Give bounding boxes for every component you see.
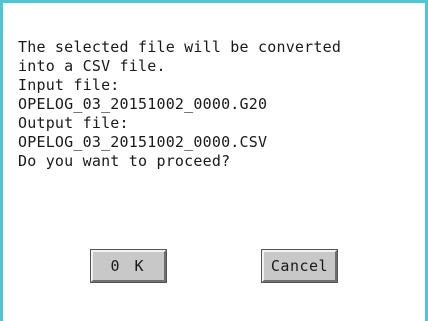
- output-file-label: Output file:: [18, 114, 129, 132]
- output-file-name: OPELOG_03_20151002_0000.CSV: [18, 133, 268, 151]
- dialog-frame-top: [0, 0, 428, 3]
- cancel-button[interactable]: Cancel: [261, 249, 338, 283]
- convert-csv-dialog: The selected file will be converted into…: [0, 0, 428, 321]
- message-line-intro: The selected file will be converted: [18, 38, 342, 56]
- ok-button[interactable]: 0 K: [90, 249, 167, 283]
- dialog-frame-left: [0, 0, 3, 321]
- dialog-message: The selected file will be converted into…: [18, 38, 418, 171]
- confirm-question: Do you want to proceed?: [18, 152, 231, 170]
- input-file-label: Input file:: [18, 76, 120, 94]
- message-line-intro-continued: into a CSV file.: [18, 57, 166, 75]
- input-file-name: OPELOG_03_20151002_0000.G20: [18, 95, 268, 113]
